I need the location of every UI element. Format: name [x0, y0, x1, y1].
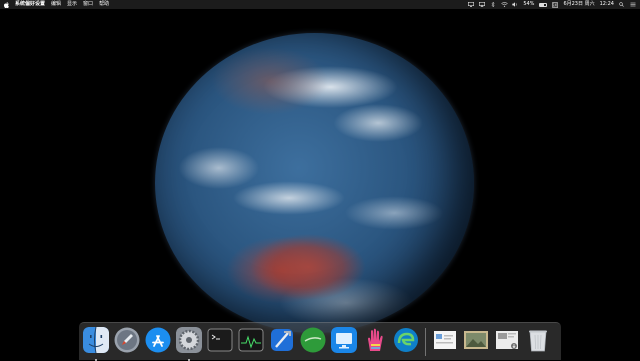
svg-text:拼: 拼 [553, 2, 557, 8]
desktop-wallpaper [0, 9, 640, 360]
dock-item-edge-browser[interactable] [392, 327, 420, 357]
menu-window[interactable]: 窗口 [83, 0, 93, 9]
dock-item-app-store[interactable] [144, 327, 172, 357]
green-app-icon [300, 327, 326, 357]
apple-icon[interactable] [3, 1, 9, 8]
trash-icon [525, 327, 551, 357]
battery-level-fill [540, 3, 544, 6]
notification-center-icon[interactable] [630, 2, 636, 7]
dock-item-hand-app[interactable] [361, 328, 389, 356]
dock-item-remote-desktop[interactable] [330, 326, 358, 357]
menu-edit[interactable]: 编辑 [51, 0, 61, 9]
menubar-date[interactable]: 6月23日 周六 [563, 0, 594, 9]
app-store-icon [145, 327, 171, 357]
dock-item-green-app[interactable] [299, 327, 327, 357]
screen-mirror-icon[interactable] [479, 2, 486, 7]
xcode-icon [269, 327, 295, 357]
earth-wallpaper-image [155, 33, 474, 333]
battery-percent[interactable]: 54% [523, 0, 534, 9]
terminal-icon [207, 327, 233, 357]
dock-item-launchpad[interactable] [113, 327, 141, 357]
system-preferences-icon [176, 326, 202, 357]
downloads-stack-icon [494, 327, 520, 357]
dock-item-system-preferences[interactable] [175, 326, 203, 361]
spotlight-icon[interactable] [619, 2, 625, 7]
dock-item-downloads-stack[interactable] [493, 328, 521, 356]
dock [79, 322, 561, 361]
dock-item-photo-stack[interactable] [462, 328, 490, 356]
dock-item-xcode[interactable] [268, 328, 296, 356]
hand-app-icon [362, 327, 388, 357]
finder-icon [83, 326, 109, 357]
menu-help[interactable]: 帮助 [99, 0, 109, 9]
dock-item-trash[interactable] [524, 328, 552, 356]
activity-monitor-icon [238, 327, 264, 357]
launchpad-icon [114, 327, 140, 357]
document-stack-icon [432, 327, 458, 357]
remote-desktop-icon [331, 326, 357, 357]
bluetooth-icon[interactable] [490, 1, 496, 8]
app-name-menu[interactable]: 系统偏好设置 [15, 0, 45, 9]
menu-view[interactable]: 显示 [67, 0, 77, 9]
volume-icon[interactable] [512, 2, 518, 7]
photo-stack-icon [463, 327, 489, 357]
display-icon[interactable] [468, 2, 475, 7]
menu-bar: 系统偏好设置 编辑 显示 窗口 帮助 54% 拼 6月23日 周六 12:24 [0, 0, 640, 9]
input-source-icon[interactable]: 拼 [552, 2, 559, 9]
dock-separator [425, 327, 426, 356]
dock-item-finder[interactable] [82, 326, 110, 361]
edge-browser-icon [393, 327, 419, 357]
dock-item-document-stack[interactable] [431, 328, 459, 356]
dock-item-activity-monitor[interactable] [237, 328, 265, 356]
menubar-clock[interactable]: 12:24 [600, 0, 614, 9]
wifi-icon[interactable] [501, 2, 509, 7]
battery-icon[interactable] [539, 2, 548, 7]
dock-item-terminal[interactable] [206, 328, 234, 356]
